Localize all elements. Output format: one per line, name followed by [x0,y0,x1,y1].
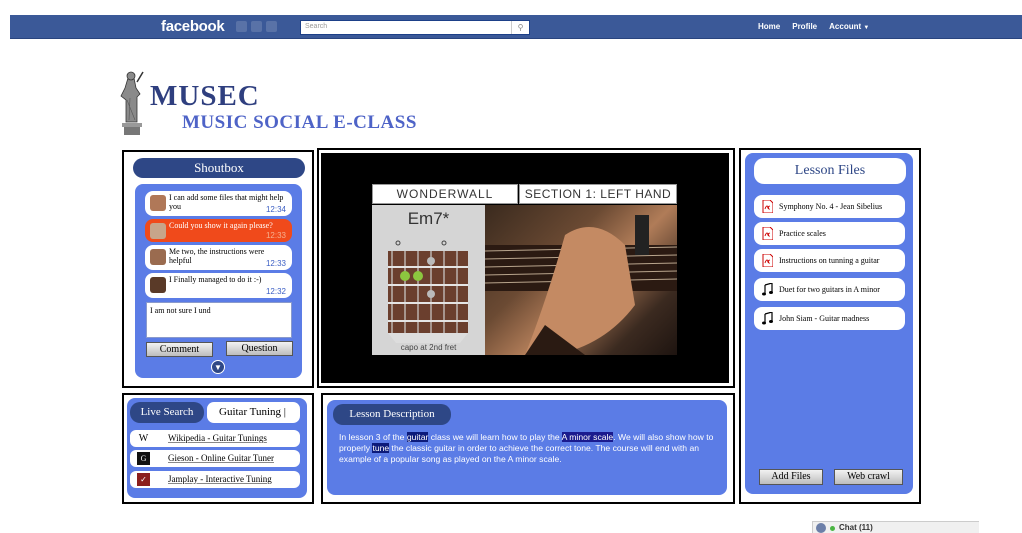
keyword-guitar[interactable]: guitar [406,432,429,442]
message-text: I Finally managed to do it :-) [169,275,262,284]
search-result[interactable]: W Wikipedia - Guitar Tunings [130,430,300,447]
video-song-title: WONDERWALL [372,184,518,204]
gieson-icon: G [137,452,150,465]
video-section-title: SECTION 1: LEFT HAND [519,184,677,204]
app-subtitle: MUSIC SOCIAL E-CLASS [182,112,417,133]
app-title: MUSEC [150,80,260,112]
chat-bar[interactable]: Chat (11) [812,521,979,533]
lesson-files-title: Lesson Files [754,158,906,184]
pdf-icon [762,200,773,213]
avatar[interactable] [150,249,166,265]
pdf-icon [762,254,773,267]
jamplay-icon: ✓ [137,473,150,486]
lesson-description-title: Lesson Description [333,404,451,425]
search-result-label: Jamplay - Interactive Tuning [168,474,272,484]
search-result-label: Wikipedia - Guitar Tunings [168,433,267,443]
hand-illustration [485,215,677,355]
guitar-hand-image [485,205,677,355]
web-crawl-button[interactable]: Web crawl [834,469,903,485]
shoutbox-message: I Finally managed to do it :-) 12:32 [145,273,292,298]
file-name: Instructions on tunning a guitar [779,256,880,265]
shoutbox-title: Shoutbox [133,158,305,178]
chevron-down-icon: ▼ [863,25,870,31]
messages-icon[interactable] [251,21,262,32]
lesson-video[interactable]: WONDERWALL SECTION 1: LEFT HAND Em7* cap… [321,153,729,383]
file-name: Duet for two guitars in A minor [779,285,880,294]
file-name: John Siam - Guitar madness [779,314,870,323]
file-name: Symphony No. 4 - Jean Sibelius [779,202,883,211]
file-item[interactable]: Instructions on tunning a guitar [754,249,905,272]
shoutbox-message: Me two, the instructions were helpful 12… [145,245,292,270]
lesson-description-text: In lesson 3 of the guitar class we will … [339,432,719,464]
message-time: 12:32 [265,287,286,296]
online-status-icon [830,526,835,531]
comment-button[interactable]: Comment [146,342,213,357]
fretboard-graphic [388,240,468,343]
search-result[interactable]: G Gieson - Online Guitar Tuner [130,450,300,467]
add-files-button[interactable]: Add Files [759,469,823,485]
message-time: 12:33 [265,259,286,268]
notifications-icon[interactable] [266,21,277,32]
avatar[interactable] [150,223,166,239]
keyword-tune[interactable]: tune [372,442,390,453]
search-result-label: Gieson - Online Guitar Tuner [168,453,274,463]
file-item[interactable]: John Siam - Guitar madness [754,307,905,330]
search-placeholder: Search [305,23,328,30]
description-text-part: the classic guitar in order to achieve t… [339,442,700,464]
scroll-down-icon[interactable]: ▼ [211,360,225,374]
search-result[interactable]: ✓ Jamplay - Interactive Tuning [130,471,300,488]
statue-logo-icon [120,71,144,135]
shoutbox-message-highlighted: Could you show it again please? 12:33 [145,219,292,242]
description-text-part: class we will learn how to play the [428,432,562,442]
chord-diagram: Em7* capo at 2nd fret [372,205,485,355]
live-search-query: Guitar Tuning [219,406,282,418]
friend-requests-icon[interactable] [236,21,247,32]
message-time: 12:33 [265,231,286,240]
chord-name: Em7* [407,209,450,228]
shoutbox-comment-input[interactable]: I am not sure I und [146,302,292,338]
nav-account-label: Account [829,22,862,31]
facebook-logo[interactable]: facebook [161,18,225,35]
gear-icon[interactable] [816,523,826,533]
description-text-part: In lesson 3 of the [339,432,407,442]
music-note-icon [762,283,773,296]
avatar[interactable] [150,277,166,293]
facebook-top-bar: facebook Search ⚲ Home Profile Account ▼ [10,15,1022,39]
message-text: Could you show it again please? [169,221,273,230]
wikipedia-icon: W [138,433,149,444]
facebook-nav: Home Profile Account ▼ [758,22,869,31]
capo-note: capo at 2nd fret [400,343,457,352]
file-item[interactable]: Duet for two guitars in A minor [754,278,905,301]
facebook-search-input[interactable]: Search ⚲ [300,20,530,35]
avatar[interactable] [150,195,166,211]
nav-account[interactable]: Account ▼ [829,22,869,31]
shoutbox-message: I can add some files that might help you… [145,191,292,216]
keyword-a-minor-scale[interactable]: A minor scale [561,432,614,442]
text-cursor: | [281,406,286,418]
live-search-input[interactable]: Guitar Tuning | [207,402,300,423]
nav-profile[interactable]: Profile [792,22,817,31]
file-name: Practice scales [779,229,826,238]
file-item[interactable]: Symphony No. 4 - Jean Sibelius [754,195,905,218]
notification-icons [236,21,277,32]
search-icon[interactable]: ⚲ [511,21,529,34]
music-note-icon [762,312,773,325]
question-button[interactable]: Question [226,341,293,356]
live-search-title: Live Search [130,402,204,423]
pdf-icon [762,227,773,240]
file-item[interactable]: Practice scales [754,222,905,245]
nav-home[interactable]: Home [758,22,780,31]
message-time: 12:34 [265,205,286,214]
